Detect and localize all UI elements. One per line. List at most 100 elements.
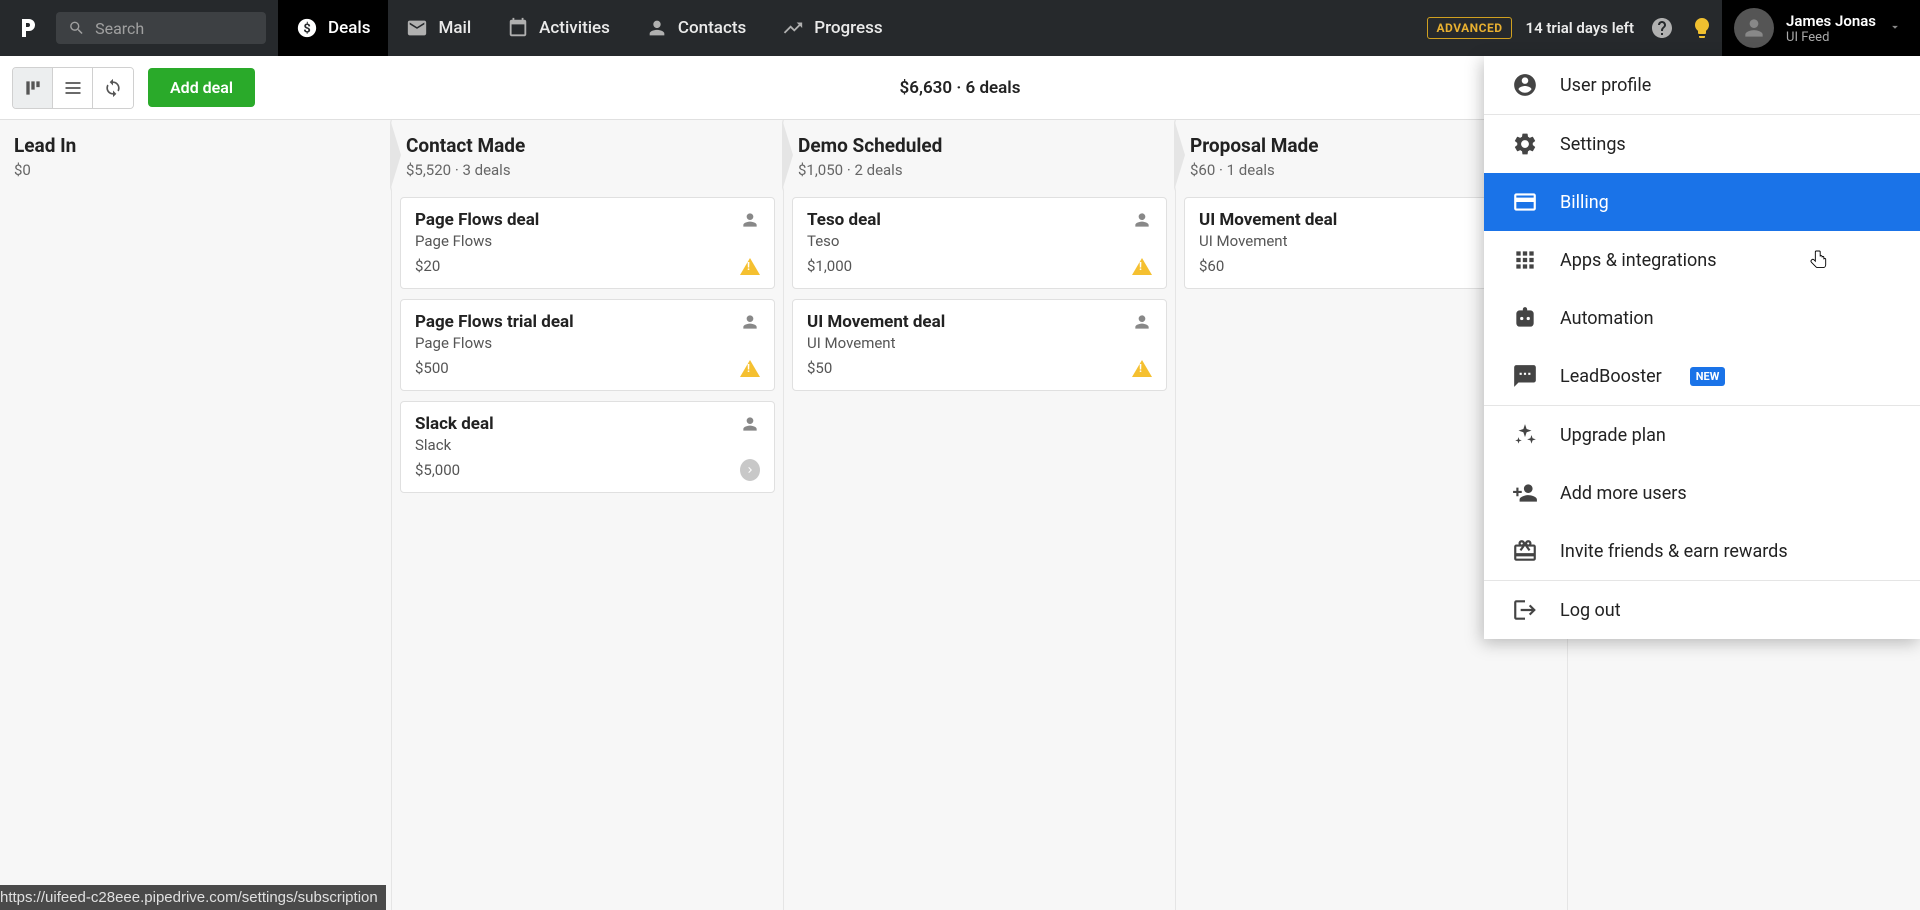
menu-item-automation[interactable]: Automation bbox=[1484, 289, 1920, 347]
card-icon bbox=[1512, 189, 1538, 215]
pipeline-column: Lead In $0 bbox=[0, 120, 392, 910]
menu-item-settings[interactable]: Settings bbox=[1484, 115, 1920, 173]
nav-label: Activities bbox=[539, 18, 610, 38]
nav-activities[interactable]: Activities bbox=[489, 0, 628, 56]
nav-label: Mail bbox=[438, 18, 471, 38]
top-navigation: Deals Mail Activities Contacts Progress … bbox=[0, 0, 1920, 56]
menu-item-apps-integrations[interactable]: Apps & integrations bbox=[1484, 231, 1920, 289]
menu-item-label: Invite friends & earn rewards bbox=[1560, 541, 1788, 562]
grid-icon bbox=[1512, 247, 1538, 273]
deal-value: $50 bbox=[807, 359, 832, 377]
owner-icon bbox=[740, 210, 762, 232]
search-box[interactable] bbox=[56, 12, 266, 44]
deal-value: $500 bbox=[415, 359, 449, 377]
add-user-icon bbox=[1512, 480, 1538, 506]
nav-contacts[interactable]: Contacts bbox=[628, 0, 764, 56]
browser-status-bar: https://uifeed-c28eee.pipedrive.com/sett… bbox=[0, 885, 386, 910]
chat-icon bbox=[1512, 363, 1538, 389]
logout-icon bbox=[1512, 597, 1538, 623]
help-button[interactable] bbox=[1642, 16, 1682, 40]
warning-icon bbox=[740, 258, 760, 275]
deal-organization: Teso bbox=[807, 232, 1152, 250]
search-icon bbox=[68, 18, 85, 38]
warning-icon bbox=[1132, 258, 1152, 275]
menu-item-upgrade-plan[interactable]: Upgrade plan bbox=[1484, 406, 1920, 464]
deal-title: Page Flows deal bbox=[415, 210, 760, 230]
user-menu-trigger[interactable]: James Jonas UI Feed bbox=[1722, 0, 1920, 56]
deal-card[interactable]: UI Movement deal UI Movement $50 bbox=[792, 299, 1167, 391]
menu-item-add-more-users[interactable]: Add more users bbox=[1484, 464, 1920, 522]
refresh-icon bbox=[103, 78, 123, 98]
deal-card[interactable]: Page Flows trial deal Page Flows $500 bbox=[400, 299, 775, 391]
pipeline-summary: $6,630 · 6 deals bbox=[900, 78, 1021, 98]
kanban-view-button[interactable] bbox=[13, 68, 53, 108]
menu-item-log-out[interactable]: Log out bbox=[1484, 581, 1920, 639]
avatar-icon bbox=[1741, 15, 1767, 41]
nav-deals[interactable]: Deals bbox=[278, 0, 388, 56]
deal-status[interactable] bbox=[740, 460, 760, 480]
add-deal-button[interactable]: Add deal bbox=[148, 68, 255, 107]
owner-icon bbox=[740, 312, 762, 334]
gear-icon bbox=[1512, 131, 1538, 157]
deal-value: $60 bbox=[1199, 257, 1224, 275]
lightbulb-icon bbox=[1690, 16, 1714, 40]
sparkle-icon bbox=[1512, 422, 1538, 448]
cards-container bbox=[0, 189, 391, 205]
column-header: Demo Scheduled $1,050 · 2 deals bbox=[784, 120, 1175, 189]
owner-icon bbox=[1132, 312, 1154, 334]
nav-label: Progress bbox=[814, 18, 882, 38]
pipedrive-logo-icon bbox=[16, 16, 40, 40]
chevron-down-icon bbox=[1888, 19, 1902, 38]
deal-status[interactable] bbox=[740, 256, 760, 276]
menu-item-invite-friends-earn-rewards[interactable]: Invite friends & earn rewards bbox=[1484, 522, 1920, 580]
new-badge: NEW bbox=[1690, 367, 1726, 386]
menu-item-label: Upgrade plan bbox=[1560, 425, 1666, 446]
menu-item-label: User profile bbox=[1560, 75, 1651, 96]
nav-progress[interactable]: Progress bbox=[764, 0, 900, 56]
forecast-view-button[interactable] bbox=[93, 68, 133, 108]
help-icon bbox=[1650, 16, 1674, 40]
owner-icon bbox=[740, 414, 762, 436]
deal-status[interactable] bbox=[1132, 256, 1152, 276]
trial-days-text[interactable]: 14 trial days left bbox=[1526, 19, 1635, 37]
trial-info: ADVANCED 14 trial days left bbox=[1427, 17, 1634, 39]
nav-mail[interactable]: Mail bbox=[388, 0, 489, 56]
stage-meta: $0 bbox=[14, 161, 377, 179]
warning-icon bbox=[1132, 360, 1152, 377]
deal-status[interactable] bbox=[740, 358, 760, 378]
menu-item-leadbooster[interactable]: LeadBoosterNEW bbox=[1484, 347, 1920, 405]
calendar-icon bbox=[507, 17, 529, 39]
menu-item-label: Settings bbox=[1560, 134, 1626, 155]
search-input[interactable] bbox=[95, 19, 254, 38]
kanban-icon bbox=[23, 78, 43, 98]
deal-organization: Page Flows bbox=[415, 334, 760, 352]
logo[interactable] bbox=[0, 16, 56, 40]
pipeline-column: Contact Made $5,520 · 3 deals Page Flows… bbox=[392, 120, 784, 910]
gift-icon bbox=[1512, 538, 1538, 564]
menu-item-label: Automation bbox=[1560, 308, 1654, 329]
menu-item-user-profile[interactable]: User profile bbox=[1484, 56, 1920, 114]
deal-card[interactable]: Teso deal Teso $1,000 bbox=[792, 197, 1167, 289]
trend-icon bbox=[782, 17, 804, 39]
deal-status[interactable] bbox=[1132, 358, 1152, 378]
deal-organization: Page Flows bbox=[415, 232, 760, 250]
nav-label: Deals bbox=[328, 18, 370, 38]
menu-item-label: Apps & integrations bbox=[1560, 250, 1717, 271]
tips-button[interactable] bbox=[1682, 16, 1722, 40]
deal-value: $1,000 bbox=[807, 257, 852, 275]
advanced-badge: ADVANCED bbox=[1427, 17, 1511, 39]
coin-icon bbox=[296, 17, 318, 39]
deal-value: $5,000 bbox=[415, 461, 460, 479]
nav-label: Contacts bbox=[678, 18, 746, 38]
menu-item-billing[interactable]: Billing bbox=[1484, 173, 1920, 231]
list-icon bbox=[63, 78, 83, 98]
stage-name: Lead In bbox=[14, 134, 377, 157]
menu-item-label: Billing bbox=[1560, 192, 1609, 213]
deal-card[interactable]: Page Flows deal Page Flows $20 bbox=[400, 197, 775, 289]
deal-card[interactable]: Slack deal Slack $5,000 bbox=[400, 401, 775, 493]
robot-icon bbox=[1512, 305, 1538, 331]
list-view-button[interactable] bbox=[53, 68, 93, 108]
cards-container: Page Flows deal Page Flows $20 Page Flow… bbox=[392, 189, 783, 501]
main-nav: Deals Mail Activities Contacts Progress bbox=[278, 0, 901, 56]
avatar bbox=[1734, 8, 1774, 48]
